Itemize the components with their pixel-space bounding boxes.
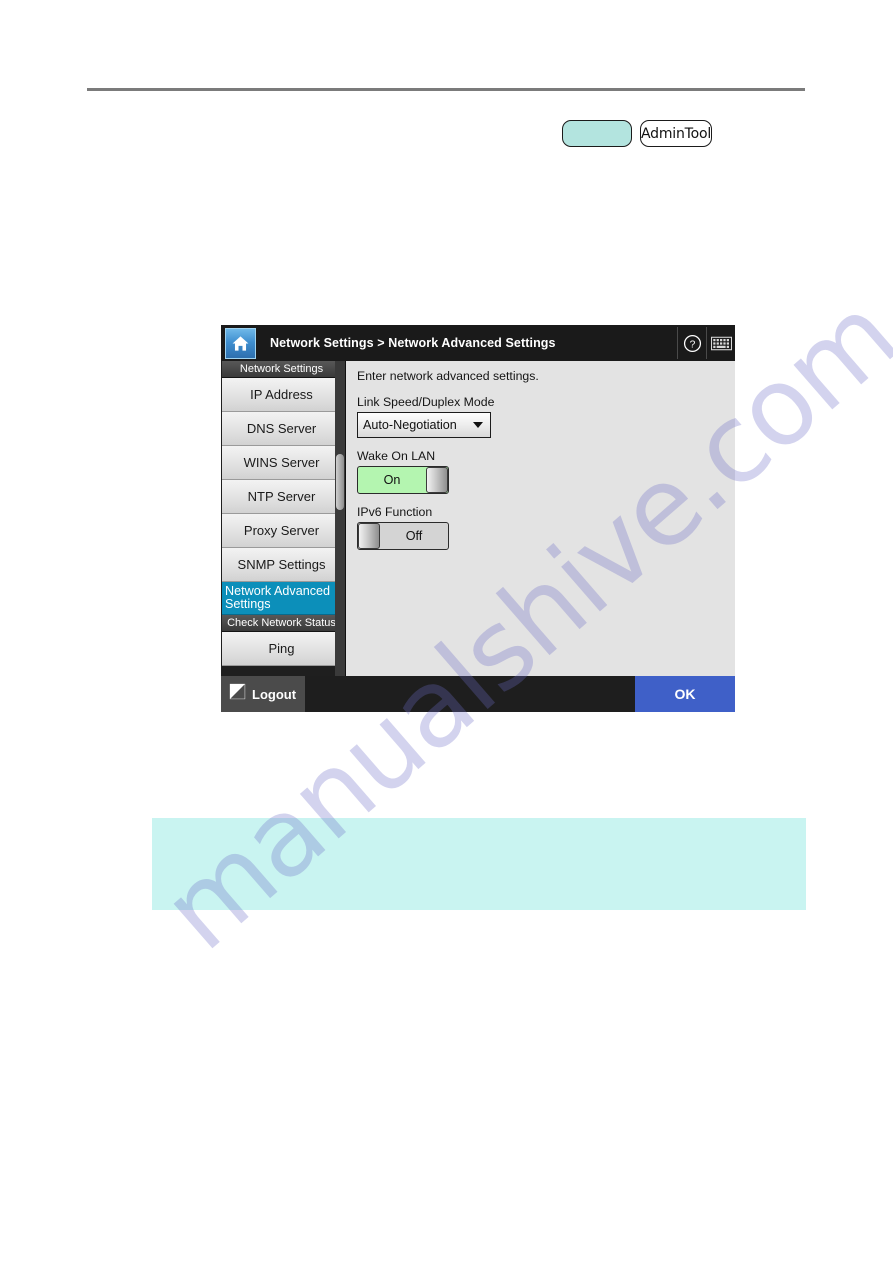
wake-on-lan-toggle[interactable]: On [357, 466, 449, 494]
admintool-badge: AdminTool [640, 120, 712, 147]
ok-button[interactable]: OK [635, 676, 735, 712]
field-ipv6-function: IPv6 Function Off [357, 505, 735, 550]
field-link-speed-duplex-mode: Link Speed/Duplex Mode Auto-Negotiation [357, 395, 735, 438]
sidebar-item-snmp-settings[interactable]: SNMP Settings [222, 548, 341, 582]
wake-on-lan-toggle-label: On [383, 473, 401, 487]
sidebar-item-ping[interactable]: Ping [222, 632, 341, 666]
sidebar-item-dns-server[interactable]: DNS Server [222, 412, 341, 446]
device-footer: Logout OK [221, 676, 735, 712]
toggle-knob[interactable] [358, 523, 380, 549]
chevron-down-icon [473, 422, 483, 428]
device-body: Network Settings IP Address DNS Server W… [221, 361, 735, 676]
page-divider-rule [87, 88, 805, 91]
wake-on-lan-label: Wake On LAN [357, 449, 436, 463]
sidebar-section-network-settings: Network Settings [222, 361, 341, 378]
note-callout [152, 818, 806, 910]
sidebar-item-ntp-server[interactable]: NTP Server [222, 480, 341, 514]
sidebar-scrollbar-thumb[interactable] [336, 454, 344, 510]
logout-icon [229, 683, 246, 705]
content-description: Enter network advanced settings. [357, 369, 539, 383]
sidebar-item-network-advanced-settings[interactable]: Network Advanced Settings [222, 582, 341, 615]
ipv6-function-toggle-label: Off [405, 529, 423, 543]
keyboard-icon[interactable] [706, 327, 735, 359]
logout-button[interactable]: Logout [221, 676, 305, 712]
device-header: Network Settings > Network Advanced Sett… [221, 325, 735, 361]
field-wake-on-lan: Wake On LAN On [357, 449, 735, 494]
header-icon-group: ? [677, 325, 735, 361]
sidebar-item-wins-server[interactable]: WINS Server [222, 446, 341, 480]
ipv6-function-label: IPv6 Function [357, 505, 433, 519]
sidebar-section-check-network-status: Check Network Status [222, 615, 341, 632]
device-screen: Network Settings > Network Advanced Sett… [221, 325, 735, 712]
svg-text:?: ? [689, 339, 695, 350]
content-panel: Enter network advanced settings. Link Sp… [345, 361, 735, 676]
logout-label: Logout [252, 686, 297, 702]
top-badge-row: AdminTool [562, 120, 712, 147]
link-speed-selected-value: Auto-Negotiation [363, 418, 457, 432]
home-icon[interactable] [225, 328, 256, 359]
sidebar-item-proxy-server[interactable]: Proxy Server [222, 514, 341, 548]
link-speed-select[interactable]: Auto-Negotiation [357, 412, 491, 438]
question-mark-icon[interactable]: ? [677, 327, 706, 359]
sidebar-item-ip-address[interactable]: IP Address [222, 378, 341, 412]
blank-badge [562, 120, 632, 147]
sidebar: Network Settings IP Address DNS Server W… [221, 361, 345, 676]
toggle-knob[interactable] [426, 467, 448, 493]
sidebar-scrollbar[interactable] [335, 361, 345, 676]
link-speed-label: Link Speed/Duplex Mode [357, 395, 495, 409]
breadcrumb: Network Settings > Network Advanced Sett… [270, 336, 556, 350]
ipv6-function-toggle[interactable]: Off [357, 522, 449, 550]
